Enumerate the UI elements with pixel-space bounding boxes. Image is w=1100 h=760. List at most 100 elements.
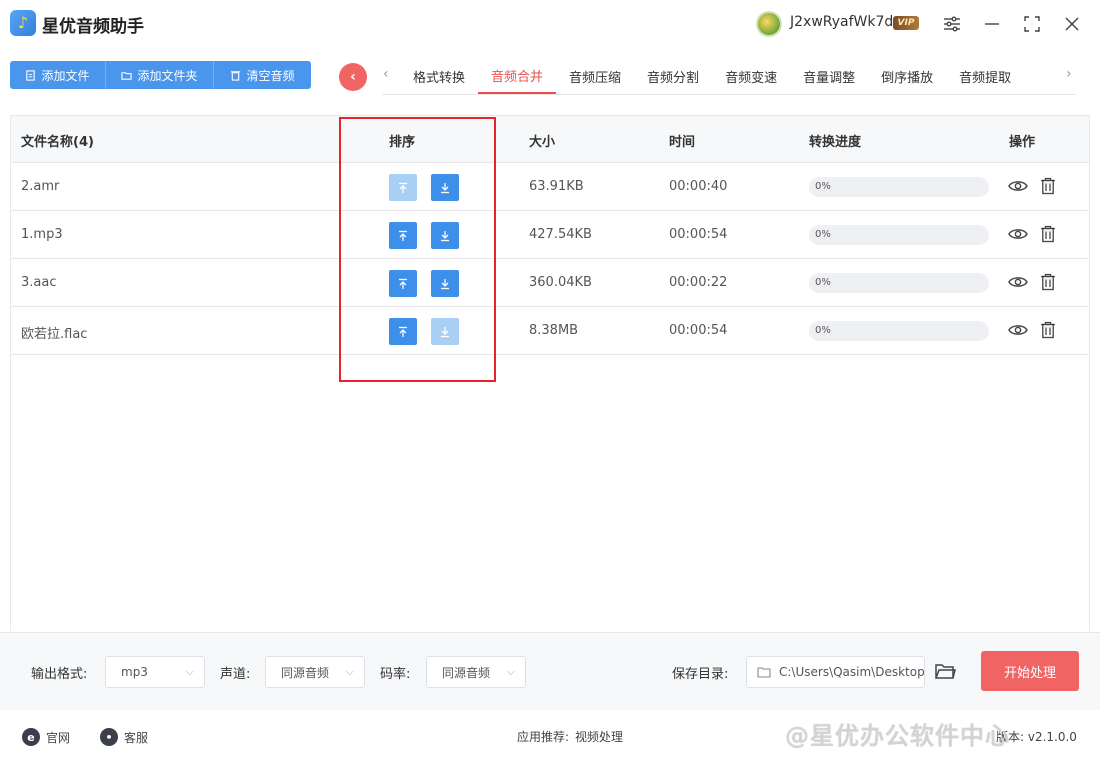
arrow-up-icon <box>397 278 409 290</box>
preview-eye-icon[interactable] <box>1007 223 1029 245</box>
arrow-down-icon <box>439 182 451 194</box>
vip-badge: VIP <box>893 16 919 30</box>
arrow-down-icon <box>439 278 451 290</box>
file-size: 63.91KB <box>529 179 584 194</box>
username[interactable]: J2xwRyafWk7d <box>790 14 893 30</box>
delete-trash-icon[interactable] <box>1037 271 1059 293</box>
arrow-up-icon <box>397 182 409 194</box>
preview-eye-icon[interactable] <box>1007 271 1029 293</box>
progress-bar: 0% <box>809 177 989 197</box>
move-down-button <box>431 318 459 345</box>
progress-text: 0% <box>815 181 831 192</box>
delete-trash-icon[interactable] <box>1037 223 1059 245</box>
tab-audio-extract[interactable]: 音频提取 <box>946 58 1024 94</box>
header-ops: 操作 <box>1009 135 1036 150</box>
tabs-divider <box>382 94 1076 95</box>
browser-icon: e <box>22 728 40 746</box>
table-header: 文件名称(4) 排序 大小 时间 转换进度 操作 <box>11 116 1089 163</box>
table-row: 3.aac 360.04KB 00:00:22 0% <box>11 259 1089 307</box>
file-duration: 00:00:54 <box>669 227 728 242</box>
progress-bar: 0% <box>809 321 989 341</box>
move-up-button[interactable] <box>389 222 417 249</box>
start-process-button[interactable]: 开始处理 <box>981 651 1079 691</box>
folder-icon <box>757 667 771 678</box>
bitrate-label: 码率: <box>380 667 411 682</box>
maximize-icon[interactable] <box>1020 12 1044 36</box>
tab-audio-merge[interactable]: 音频合并 <box>478 58 557 94</box>
tab-audio-speed[interactable]: 音频变速 <box>712 58 790 94</box>
tab-audio-compress[interactable]: 音频压缩 <box>556 58 634 94</box>
progress-bar: 0% <box>809 273 989 293</box>
clear-audio-button[interactable]: 清空音频 <box>214 61 311 89</box>
arrow-up-icon <box>397 326 409 338</box>
open-folder-icon[interactable] <box>934 661 956 683</box>
tab-scroll-left-icon[interactable]: ‹ <box>383 66 389 82</box>
app-logo-icon: ♪ <box>10 10 36 36</box>
format-label: 输出格式: <box>31 667 88 682</box>
back-chevron-icon[interactable]: ‹ <box>339 63 367 91</box>
title-bar: ♪ 星优音频助手 J2xwRyafWk7d VIP <box>0 0 1100 48</box>
move-up-button[interactable] <box>389 318 417 345</box>
header-filename: 文件名称(4) <box>21 135 94 150</box>
close-icon[interactable] <box>1060 12 1084 36</box>
chat-icon: • <box>100 728 118 746</box>
clear-audio-label: 清空音频 <box>246 68 295 83</box>
arrow-down-icon <box>439 326 451 338</box>
recommend-label: 应用推荐: <box>517 730 570 744</box>
header-time: 时间 <box>669 135 696 150</box>
file-name: 1.mp3 <box>21 227 63 242</box>
file-duration: 00:00:40 <box>669 179 728 194</box>
channel-value: 同源音频 <box>281 665 330 680</box>
header-progress: 转换进度 <box>809 135 862 150</box>
move-down-button[interactable] <box>431 270 459 297</box>
chevron-down-icon: ⌵ <box>506 665 515 678</box>
move-up-button[interactable] <box>389 270 417 297</box>
channel-select[interactable]: 同源音频 ⌵ <box>265 656 365 688</box>
file-icon <box>26 69 36 81</box>
footer: e 官网 • 客服 应用推荐: 视频处理 版本: v2.1.0.0 @星优办公软… <box>0 710 1100 760</box>
avatar[interactable] <box>756 11 782 37</box>
move-down-button[interactable] <box>431 174 459 201</box>
recommend-link[interactable]: 视频处理 <box>575 728 623 745</box>
bitrate-value: 同源音频 <box>442 665 491 680</box>
file-name: 欧若拉.flac <box>21 327 88 342</box>
bitrate-select[interactable]: 同源音频 ⌵ <box>426 656 526 688</box>
delete-trash-icon[interactable] <box>1037 319 1059 341</box>
add-file-button[interactable]: 添加文件 <box>10 61 106 89</box>
output-settings-bar: 输出格式: mp3 ⌵ 声道: 同源音频 ⌵ 码率: 同源音频 ⌵ 保存目录: … <box>0 632 1100 710</box>
settings-icon[interactable] <box>940 12 964 36</box>
arrow-up-icon <box>397 230 409 242</box>
tab-scroll-right-icon[interactable]: › <box>1066 66 1072 82</box>
file-size: 8.38MB <box>529 323 579 338</box>
file-size: 360.04KB <box>529 275 592 290</box>
website-link[interactable]: e 官网 <box>22 728 70 746</box>
file-table: 文件名称(4) 排序 大小 时间 转换进度 操作 2.amr 63.91KB 00:… <box>10 115 1090 631</box>
header-size: 大小 <box>529 135 556 150</box>
save-path-field[interactable]: C:\Users\Qasim\Desktop <box>746 656 925 688</box>
format-select[interactable]: mp3 ⌵ <box>105 656 205 688</box>
app-recommend: 应用推荐: 视频处理 <box>517 728 623 745</box>
preview-eye-icon[interactable] <box>1007 319 1029 341</box>
customer-service-link[interactable]: • 客服 <box>100 728 148 746</box>
service-label: 客服 <box>124 730 149 745</box>
chevron-down-icon: ⌵ <box>185 665 194 678</box>
move-down-button[interactable] <box>431 222 459 249</box>
preview-eye-icon[interactable] <box>1007 175 1029 197</box>
tab-reverse-play[interactable]: 倒序播放 <box>868 58 946 94</box>
watermark: @星优办公软件中心 <box>785 722 1010 750</box>
table-row: 2.amr 63.91KB 00:00:40 0% <box>11 163 1089 211</box>
tab-volume-adjust[interactable]: 音量调整 <box>790 58 868 94</box>
tab-audio-split[interactable]: 音频分割 <box>634 58 712 94</box>
table-row: 欧若拉.flac 8.38MB 00:00:54 0% <box>11 307 1089 355</box>
delete-trash-icon[interactable] <box>1037 175 1059 197</box>
chevron-down-icon: ⌵ <box>345 665 354 678</box>
tab-format-convert[interactable]: 格式转换 <box>400 58 478 94</box>
minimize-icon[interactable] <box>980 12 1004 36</box>
website-label: 官网 <box>46 730 71 745</box>
add-folder-button[interactable]: 添加文件夹 <box>106 61 214 89</box>
save-dir-label: 保存目录: <box>672 667 729 682</box>
move-up-button <box>389 174 417 201</box>
add-file-label: 添加文件 <box>41 68 90 83</box>
file-size: 427.54KB <box>529 227 592 242</box>
arrow-down-icon <box>439 230 451 242</box>
